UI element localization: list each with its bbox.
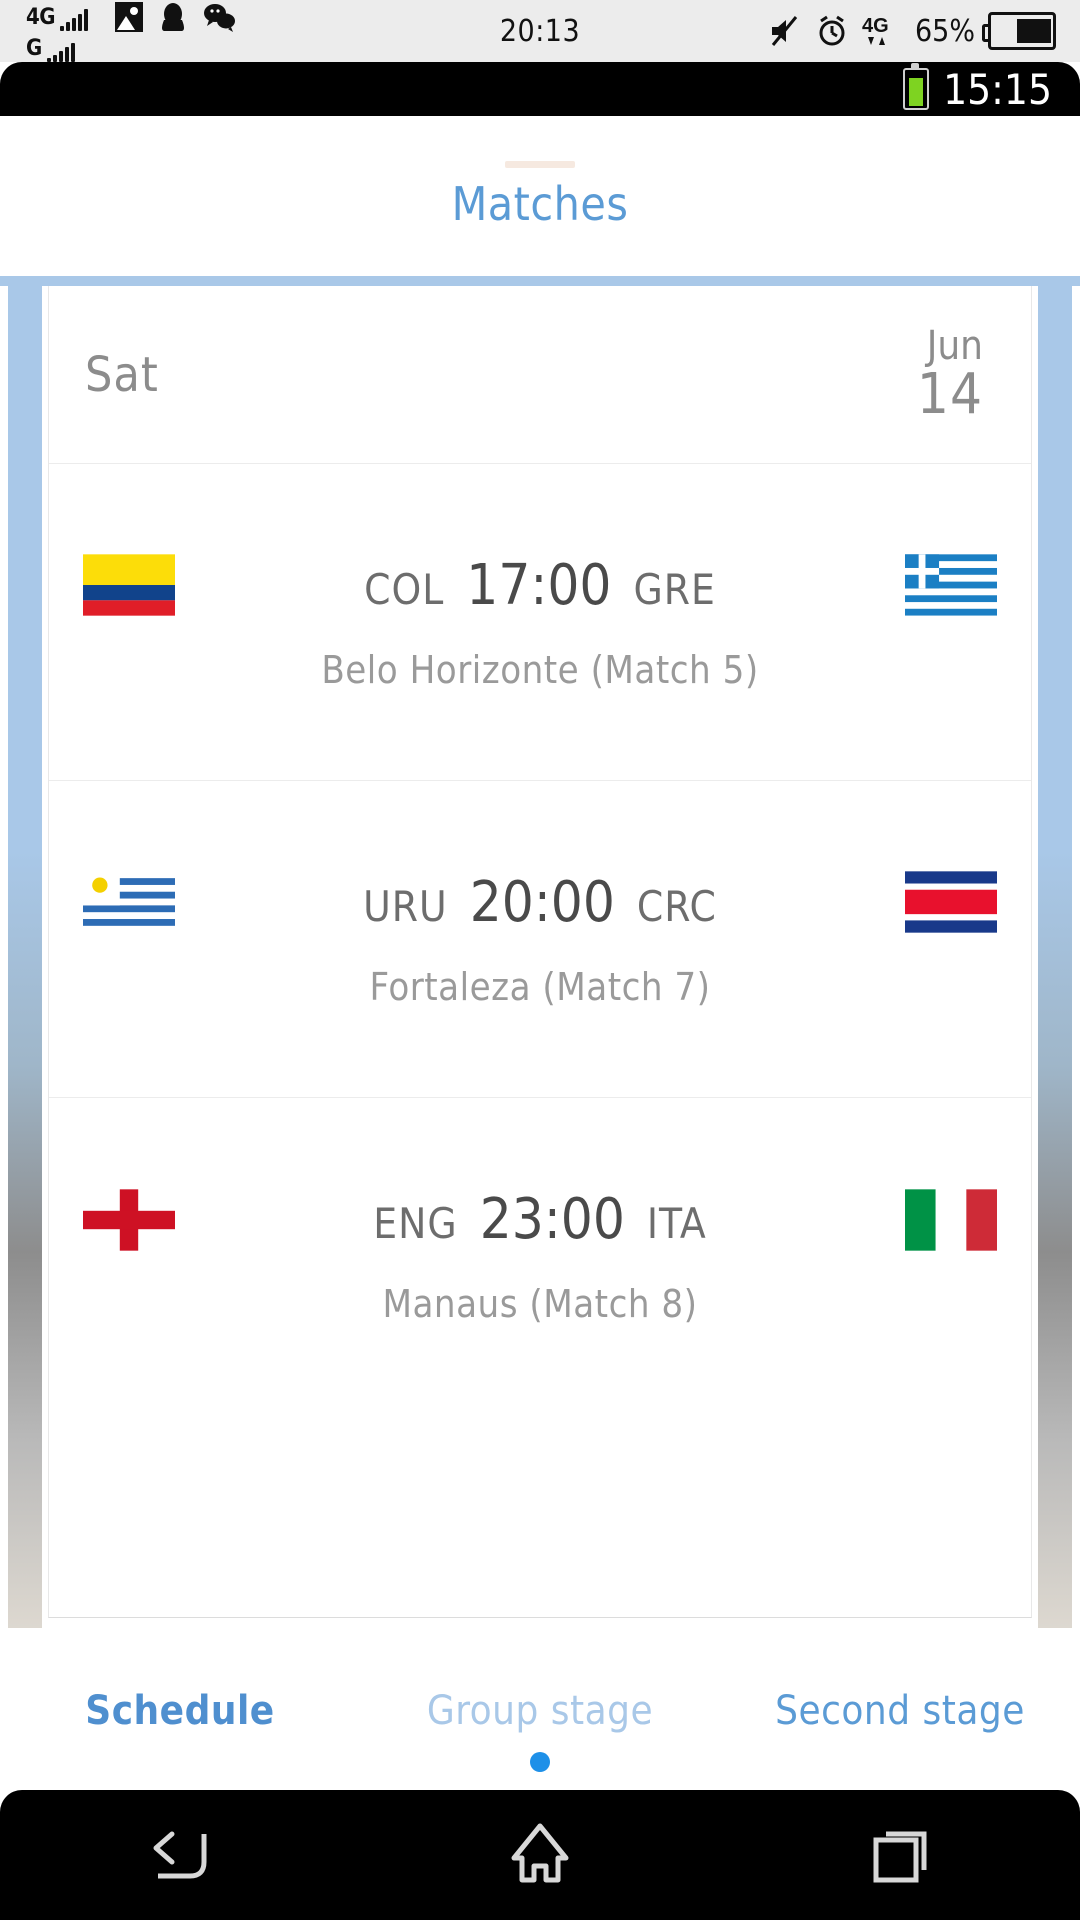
tab-second-stage[interactable]: Second stage xyxy=(720,1688,1080,1734)
england-flag xyxy=(83,1188,175,1251)
match-list-card: Sat Jun 14 COL 17:00 GRE Belo Horizonte … xyxy=(48,286,1032,1618)
page-title: Matches xyxy=(451,177,629,231)
match-main: ENG 23:00 ITA xyxy=(49,1187,1031,1252)
home-flag xyxy=(81,1187,177,1253)
home-team-code: URU xyxy=(363,881,448,931)
home-flag xyxy=(81,869,177,935)
match-teams: URU 20:00 CRC xyxy=(363,870,717,935)
costa-rica-flag xyxy=(905,871,997,933)
away-flag xyxy=(903,552,999,618)
home-team-code: ENG xyxy=(373,1199,458,1248)
tab-group-stage[interactable]: Group stage xyxy=(360,1688,720,1734)
os-status-bar: 4G G 20:13 4G 65% xyxy=(0,0,1080,62)
home-team-code: COL xyxy=(364,564,445,614)
page-indicator-dot xyxy=(530,1752,550,1772)
colombia-flag xyxy=(83,554,175,616)
match-venue: Fortaleza (Match 7) xyxy=(369,964,711,1009)
away-team-code: ITA xyxy=(646,1199,707,1248)
date-header-row: Sat Jun 14 xyxy=(49,286,1031,464)
away-team-code: GRE xyxy=(633,564,716,614)
4g-data-icon: 4G xyxy=(862,15,889,45)
svg-text:4G: 4G xyxy=(862,15,889,37)
app-battery-icon xyxy=(903,63,930,110)
header-decoration xyxy=(505,161,575,168)
mute-icon xyxy=(771,16,798,46)
back-icon[interactable] xyxy=(138,1818,222,1892)
away-flag xyxy=(903,1187,999,1253)
match-row[interactable]: COL 17:00 GRE Belo Horizonte (Match 5) xyxy=(49,464,1031,781)
app-status-bar: 15:15 xyxy=(0,62,1080,116)
match-teams: COL 17:00 GRE xyxy=(364,553,716,618)
match-time: 20:00 xyxy=(469,869,615,935)
date-month-day: Jun 14 xyxy=(916,322,983,428)
away-flag xyxy=(903,869,999,935)
greece-flag xyxy=(905,554,997,616)
match-main: URU 20:00 CRC xyxy=(49,870,1031,935)
match-venue: Belo Horizonte (Match 5) xyxy=(321,647,759,692)
app-header: Matches xyxy=(0,116,1080,276)
header-stack: Matches xyxy=(452,161,629,231)
left-edge-indicator xyxy=(8,286,42,1628)
match-time: 17:00 xyxy=(466,552,612,618)
app-screen: Matches Sat Jun 14 COL 17:00 GRE Belo Ho… xyxy=(0,116,1080,1790)
android-nav-bar xyxy=(0,1790,1080,1920)
match-venue: Manaus (Match 8) xyxy=(382,1282,698,1326)
match-list-frame: Sat Jun 14 COL 17:00 GRE Belo Horizonte … xyxy=(0,276,1080,1666)
match-main: COL 17:00 GRE xyxy=(49,553,1031,618)
battery-percent-label: 65% xyxy=(915,13,975,49)
uruguay-flag xyxy=(83,871,175,933)
italy-flag xyxy=(905,1188,997,1251)
alarm-icon xyxy=(819,15,845,46)
date-month: Jun xyxy=(926,322,983,369)
date-day-number: 14 xyxy=(916,362,983,428)
away-team-code: CRC xyxy=(636,881,717,931)
bottom-tab-bar: Schedule Group stage Second stage xyxy=(0,1631,1080,1790)
match-row[interactable]: ENG 23:00 ITA Manaus (Match 8) xyxy=(49,1098,1031,1415)
battery-icon xyxy=(982,12,1056,50)
home-icon[interactable] xyxy=(498,1818,582,1892)
right-edge-indicator xyxy=(1038,286,1072,1628)
home-flag xyxy=(81,552,177,618)
frame-top-rule xyxy=(0,276,1080,286)
app-clock: 15:15 xyxy=(943,64,1052,114)
match-time: 23:00 xyxy=(479,1187,625,1252)
recent-apps-icon[interactable] xyxy=(858,1818,942,1892)
os-status-right: 4G 65% xyxy=(768,0,1056,62)
tab-schedule[interactable]: Schedule xyxy=(0,1688,360,1734)
match-teams: ENG 23:00 ITA xyxy=(373,1187,706,1252)
date-day-of-week: Sat xyxy=(85,346,159,403)
match-row[interactable]: URU 20:00 CRC Fortaleza (Match 7) xyxy=(49,781,1031,1098)
